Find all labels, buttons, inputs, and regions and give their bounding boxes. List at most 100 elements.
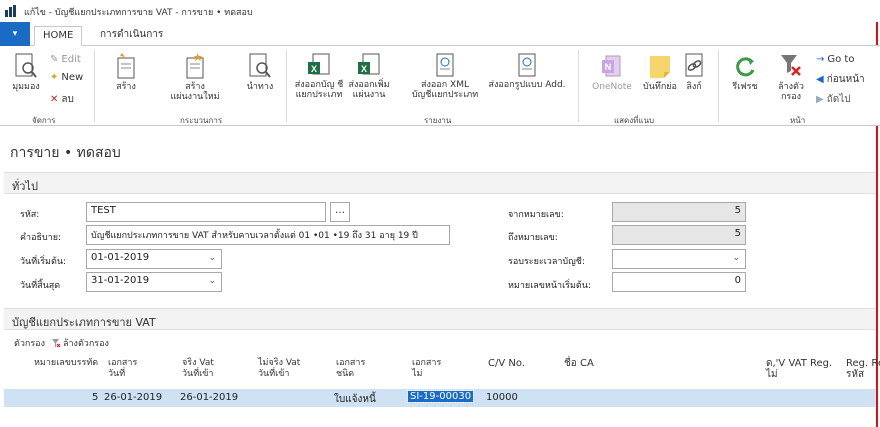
col-doc-no[interactable]: เอกสาร ไม่ [412, 358, 441, 380]
export-ledger-label: ส่งออกบัญ ชีแยกประเภท [294, 80, 344, 100]
previous-button[interactable]: ◀ ก่อนหน้า [816, 72, 865, 87]
edit-label: Edit [61, 54, 81, 65]
col-unreal-l1: ไม่จริง Vat [258, 358, 301, 368]
group-separator [94, 50, 95, 122]
chevron-down-icon[interactable]: ⌄ [732, 253, 740, 263]
refresh-button[interactable]: รีเฟรช [726, 52, 764, 92]
description-field[interactable]: บัญชีแยกประเภทการขาย VAT สำหรับคาบเวลาตั… [86, 225, 450, 245]
start-date-field[interactable]: 01-01-2019 ⌄ [86, 249, 222, 269]
lines-section-header[interactable]: บัญชีแยกประเภทการขาย VAT [4, 308, 876, 330]
file-menu-button[interactable]: ▾ [0, 22, 30, 46]
accounting-period-field[interactable]: ⌄ [612, 249, 746, 269]
col-doc-type[interactable]: เอกสาร ชนิด [336, 358, 365, 380]
create-button[interactable]: สร้าง [108, 52, 144, 92]
triangle-right-icon: ▶ [816, 94, 824, 105]
view-button[interactable]: มุมมอง [8, 52, 44, 92]
chevron-down-icon[interactable]: ⌄ [208, 276, 216, 286]
create-icon [117, 53, 135, 79]
export-add-format-button[interactable]: ส่งออกรูปแบบ Add. [484, 52, 570, 90]
export-xml-label: ส่งออก XML [421, 80, 469, 90]
cell-line-no[interactable]: 5 [92, 392, 98, 403]
create-new-label: สร้าง [185, 82, 205, 92]
onenote-button[interactable]: N OneNote [588, 52, 636, 92]
filter-button[interactable]: ตัวกรอง [14, 336, 45, 350]
cell-doc-type[interactable]: ใบแจ้งหนี้ [334, 392, 376, 407]
new-button[interactable]: ✦ New [50, 72, 83, 83]
export-add-sheet-button[interactable]: X ส่งออกเพิ่ม แผ่นงาน [346, 52, 392, 100]
title-bar: แก้ไข - บัญชีแยกประเภทการขาย VAT - การขา… [0, 0, 880, 22]
export-ledger-excel-button[interactable]: X ส่งออกบัญ ชีแยกประเภท [290, 52, 348, 100]
general-section-title: ทั่วไป [12, 180, 38, 193]
group-manage-label: จัดการ [32, 116, 56, 125]
next-button[interactable]: ▶ ถัดไป [816, 92, 851, 107]
col-name[interactable]: ชื่อ CA [564, 358, 594, 369]
general-section-header[interactable]: ทั่วไป [4, 172, 876, 194]
code-lookup-button[interactable]: … [330, 202, 350, 222]
notes-label: บันทึกย่อ [643, 82, 677, 92]
page-title: การขาย • ทดสอบ [10, 145, 121, 161]
navigate-button[interactable]: นำทาง [240, 52, 280, 92]
table-row[interactable]: 5 26-01-2019 26-01-2019 ใบแจ้งหนี้ SI-19… [4, 389, 876, 407]
cell-cv-no[interactable]: 10000 [486, 392, 518, 403]
tab-home[interactable]: HOME [34, 26, 83, 46]
start-date-value: 01-01-2019 [91, 252, 150, 263]
chevron-down-icon[interactable]: ⌄ [208, 253, 216, 263]
create-label: สร้าง [116, 82, 136, 92]
col-reg[interactable]: Reg. Reรหัส [846, 358, 880, 380]
lines-section-title: บัญชีแยกประเภทการขาย VAT [12, 316, 156, 329]
col-line-no[interactable]: หมายเลขบรรทัด [34, 358, 98, 369]
window-title: แก้ไข - บัญชีแยกประเภทการขาย VAT - การขา… [24, 8, 253, 18]
onenote-icon: N [602, 55, 621, 77]
col-doc-no-l2: ไม่ [412, 369, 423, 379]
goto-button[interactable]: → Go to [816, 54, 854, 65]
end-date-field[interactable]: 31-01-2019 ⌄ [86, 272, 222, 292]
next-label: ถัดไป [826, 94, 851, 105]
end-date-label: วันที่สิ้นสุด [20, 281, 61, 291]
clear-filter-small-button[interactable]: ล้างตัวกรอง [51, 336, 109, 350]
export-add-format-label: ส่งออกรูปแบบ Add. [488, 80, 566, 90]
to-number-label: ถึงหมายเลข: [508, 233, 558, 243]
col-doc-date[interactable]: เอกสาร วันที่ [108, 358, 137, 380]
code-label: รหัส: [20, 210, 40, 220]
description-label: คำอธิบาย: [20, 233, 62, 243]
links-label: ลิงก์ [686, 82, 702, 92]
col-reg-l1: Reg. Re [846, 358, 880, 369]
create-new-sheet-button[interactable]: สร้าง แผ่นงานใหม่ [160, 52, 230, 102]
lines-toolbar: ตัวกรอง ล้างตัวกรอง [14, 336, 109, 350]
ledger-vat-label: บัญชีแยกประเภท [411, 90, 479, 100]
col-unreal-vat-date[interactable]: ไม่จริง Vat วันที่เข้า [258, 358, 300, 380]
pencil-icon: ✎ [50, 54, 59, 65]
col-name-label: ชื่อ CA [564, 358, 594, 369]
delete-button[interactable]: ✕ ลบ [50, 92, 74, 107]
col-vat-date[interactable]: จริง Vat วันที่เข้า [182, 358, 214, 380]
group-separator [578, 50, 579, 122]
delete-label: ลบ [61, 94, 74, 105]
edit-button[interactable]: ✎ Edit [50, 54, 81, 65]
start-page-label: หมายเลขหน้าเริ่มต้น: [508, 281, 591, 291]
accounting-period-label: รอบระยะเวลาบัญชี: [508, 257, 585, 267]
app-logo-icon [5, 5, 16, 17]
new-label: New [61, 72, 84, 83]
svg-text:N: N [605, 62, 612, 72]
col-doc-no-l1: เอกสาร [412, 358, 442, 368]
view-label: มุมมอง [12, 82, 40, 92]
col-vat-reg[interactable]: ด,'V VAT Reg. ไม่ [766, 358, 832, 380]
col-vat-date-l2: วันที่เข้า [182, 369, 214, 379]
notes-button[interactable]: บันทึกย่อ [642, 52, 678, 92]
code-field[interactable]: TEST [86, 202, 326, 222]
link-icon [685, 53, 703, 77]
col-cv-no[interactable]: C/V No. [488, 358, 525, 369]
export-xml-button[interactable]: ส่งออก XML บัญชีแยกประเภท [410, 52, 480, 100]
start-page-field[interactable]: 0 [612, 272, 746, 292]
col-doc-date-l1: เอกสาร [108, 358, 138, 368]
group-show-attached-label: แสดงที่แนบ [614, 116, 655, 125]
cell-doc-date[interactable]: 26-01-2019 [104, 392, 162, 403]
clear-filter-button[interactable]: ล้างตัวกรอง [770, 52, 812, 102]
tab-actions[interactable]: การดำเนินการ [92, 26, 171, 46]
view-icon [15, 53, 37, 78]
links-button[interactable]: ลิงก์ [680, 52, 708, 92]
cell-vat-date[interactable]: 26-01-2019 [180, 392, 238, 403]
cell-doc-no[interactable]: SI-19-00030 [406, 390, 475, 403]
group-report-label: รายงาน [424, 116, 452, 125]
svg-text:X: X [311, 64, 317, 74]
